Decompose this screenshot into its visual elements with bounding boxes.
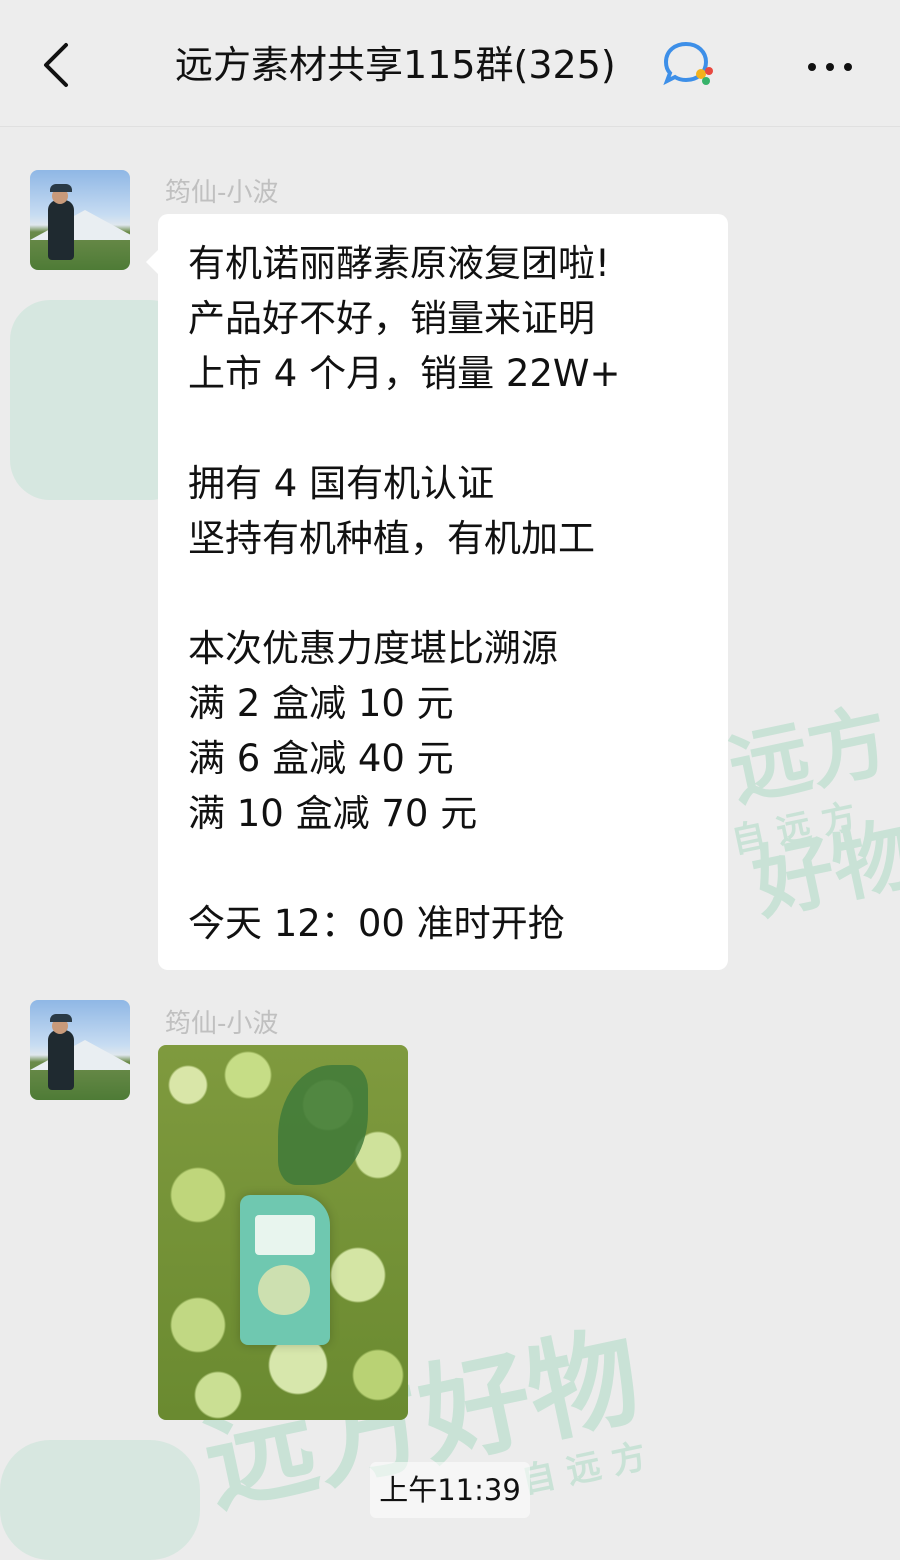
message-line: 有机诺丽酵素原液复团啦! [188,242,610,285]
text-message-bubble[interactable]: 有机诺丽酵素原液复团啦! 产品好不好，销量来证明 上市 4 个月，销量 22W+… [146,214,728,970]
more-options-button[interactable] [800,45,860,85]
sender-name: 筠仙-小波 [165,1009,279,1039]
ellipsis-icon [826,63,834,71]
avatar[interactable] [30,170,130,270]
message-line [188,841,698,896]
chat-header: 远方素材共享115群(325) [0,0,900,127]
chat-title: 远方素材共享115群(325) [175,43,616,87]
message-line: 满 2 盒减 10 元 [188,682,454,725]
watermark-logo [0,1440,200,1560]
group-chat-icon [663,41,713,86]
watermark-text: 远方好物 [721,692,900,932]
ellipsis-icon [808,63,816,71]
message-line: 今天 12：00 准时开抢 [188,902,565,945]
message-line [188,566,698,621]
image-message[interactable] [158,1045,408,1420]
message-line: 满 6 盒减 40 元 [188,737,454,780]
back-button[interactable] [30,35,90,95]
message-line: 产品好不好，销量来证明 [188,297,595,340]
product-pouch [240,1195,330,1345]
message-line: 拥有 4 国有机认证 [188,462,495,505]
message-line: 本次优惠力度堪比溯源 [188,627,558,670]
watermark-subtext: 自远方 [518,1434,662,1502]
message-line: 坚持有机种植，有机加工 [188,517,595,560]
message-line: 满 10 盒减 70 元 [188,792,478,835]
avatar[interactable] [30,1000,130,1100]
sender-name: 筠仙-小波 [165,178,279,208]
message-line [188,401,698,456]
watermark-subtext: 自远方 [728,794,872,862]
message-line: 上市 4 个月，销量 22W+ [188,352,621,395]
ellipsis-icon [844,63,852,71]
leaf-shape [278,1065,368,1185]
message-timestamp: 上午11:39 [370,1462,530,1518]
chevron-left-icon [44,43,68,87]
